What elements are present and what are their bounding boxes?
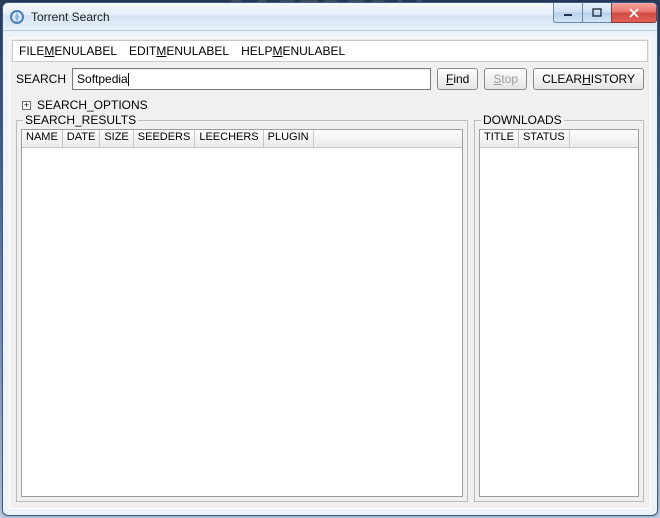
search-options-label: SEARCH_OPTIONS <box>37 98 148 112</box>
menubar: FILEMENULABEL EDITMENULABEL HELPMENULABE… <box>12 40 648 62</box>
menu-file[interactable]: FILEMENULABEL <box>19 44 117 58</box>
stop-button[interactable]: Stop <box>484 68 527 90</box>
text-cursor <box>128 73 129 86</box>
col-spacer-2 <box>570 130 638 147</box>
downloads-group: DOWNLOADS TITLE STATUS <box>474 120 644 502</box>
titlebar[interactable]: Torrent Search <box>3 3 657 31</box>
results-columns: NAME DATE SIZE SEEDERS LEECHERS PLUGIN <box>22 130 462 148</box>
app-window: Torrent Search FILEMENULABEL EDITMENULAB… <box>2 2 658 516</box>
col-spacer <box>314 130 462 147</box>
menu-edit[interactable]: EDITMENULABEL <box>129 44 229 58</box>
search-results-group: SEARCH_RESULTS NAME DATE SIZE SEEDERS LE… <box>16 120 468 502</box>
downloads-listview[interactable]: TITLE STATUS <box>479 129 639 497</box>
downloads-title: DOWNLOADS <box>481 113 564 127</box>
maximize-button[interactable] <box>582 3 612 23</box>
menu-help[interactable]: HELPMENULABEL <box>241 44 345 58</box>
expand-icon[interactable]: + <box>22 101 31 110</box>
window-title: Torrent Search <box>31 10 110 24</box>
col-size[interactable]: SIZE <box>100 130 133 147</box>
downloads-columns: TITLE STATUS <box>480 130 638 148</box>
search-label: SEARCH <box>16 72 66 86</box>
close-button[interactable] <box>611 3 657 23</box>
col-status[interactable]: STATUS <box>519 130 570 147</box>
results-rows <box>22 148 462 496</box>
search-input[interactable]: Softpedia <box>72 68 431 90</box>
downloads-rows <box>480 148 638 496</box>
window-controls <box>554 3 657 23</box>
col-date[interactable]: DATE <box>63 130 101 147</box>
col-leechers[interactable]: LEECHERS <box>195 130 263 147</box>
panels: SEARCH_RESULTS NAME DATE SIZE SEEDERS LE… <box>12 120 648 506</box>
col-title[interactable]: TITLE <box>480 130 519 147</box>
search-input-value: Softpedia <box>77 72 128 86</box>
col-name[interactable]: NAME <box>22 130 63 147</box>
app-icon <box>9 9 25 25</box>
search-bar: SEARCH Softpedia Find Stop CLEARHISTORY <box>12 62 648 94</box>
minimize-button[interactable] <box>553 3 583 23</box>
col-seeders[interactable]: SEEDERS <box>134 130 196 147</box>
search-results-title: SEARCH_RESULTS <box>23 113 138 127</box>
col-plugin[interactable]: PLUGIN <box>264 130 314 147</box>
results-listview[interactable]: NAME DATE SIZE SEEDERS LEECHERS PLUGIN <box>21 129 463 497</box>
find-button[interactable]: Find <box>437 68 478 90</box>
client-area: FILEMENULABEL EDITMENULABEL HELPMENULABE… <box>9 37 651 509</box>
clear-history-button[interactable]: CLEARHISTORY <box>533 68 644 90</box>
